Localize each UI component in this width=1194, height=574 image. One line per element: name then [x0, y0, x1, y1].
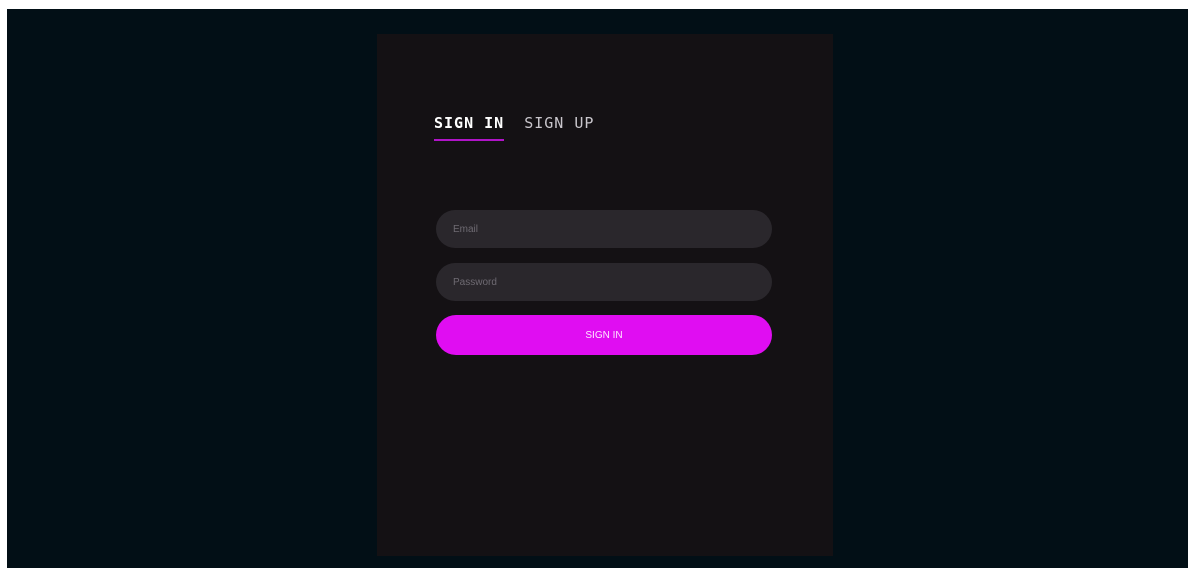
auth-card: SIGN IN SIGN UP SIGN IN	[377, 34, 833, 556]
email-field[interactable]	[436, 210, 772, 248]
page-background: SIGN IN SIGN UP SIGN IN	[7, 9, 1188, 568]
sign-in-button[interactable]: SIGN IN	[436, 315, 772, 355]
tab-sign-up[interactable]: SIGN UP	[524, 114, 594, 141]
auth-tabs: SIGN IN SIGN UP	[434, 114, 594, 141]
password-field[interactable]	[436, 263, 772, 301]
tab-sign-in[interactable]: SIGN IN	[434, 114, 505, 141]
